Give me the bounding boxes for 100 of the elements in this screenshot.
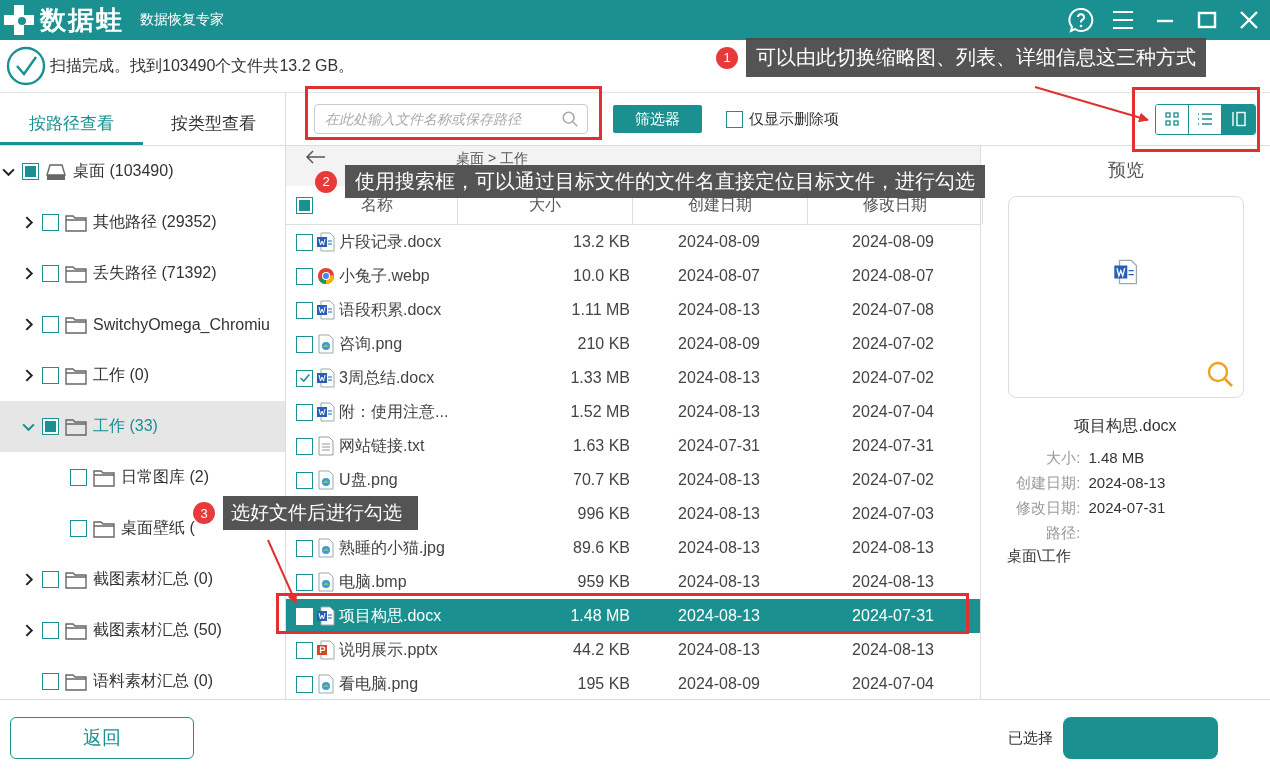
field-value: 2024-07-31 — [1088, 499, 1167, 518]
tree-item[interactable]: 工作 (0) — [93, 365, 149, 386]
checkbox[interactable] — [296, 675, 313, 693]
checkbox[interactable] — [296, 641, 313, 659]
file-row[interactable]: U盘.png 70.7 KB 2024-08-13 2024-07-02 — [286, 463, 980, 497]
search-field[interactable]: 在此处输入文件名称或保存路径 — [314, 104, 588, 134]
checkbox[interactable] — [42, 214, 59, 231]
modified-date: 2024-07-02 — [852, 335, 934, 353]
file-size: 10.0 KB — [573, 267, 630, 285]
checkbox[interactable] — [296, 267, 313, 285]
created-date: 2024-08-09 — [678, 233, 760, 251]
checkbox[interactable] — [296, 437, 313, 455]
file-row[interactable]: 电脑.bmp 959 KB 2024-08-13 2024-08-13 — [286, 565, 980, 599]
field-label: 路径: — [1045, 524, 1081, 543]
file-row[interactable]: 网站链接.txt 1.63 KB 2024-07-31 2024-07-31 — [286, 429, 980, 463]
search-icon — [561, 110, 579, 128]
tree-item[interactable]: SwitchyOmega_Chromiu — [93, 315, 270, 334]
file-row[interactable]: 附：使用注意... 1.52 MB 2024-08-13 2024-07-04 — [286, 395, 980, 429]
created-date: 2024-07-31 — [678, 437, 760, 455]
checkbox[interactable] — [726, 110, 743, 128]
file-row[interactable]: 说明展示.pptx 44.2 KB 2024-08-13 2024-08-13 — [286, 633, 980, 667]
checkbox[interactable] — [70, 520, 87, 537]
details-view-button[interactable] — [1222, 104, 1255, 134]
file-row[interactable]: 项目构思.docx 1.48 MB 2024-08-13 2024-07-31 — [286, 599, 980, 633]
file-row[interactable]: 小兔子.webp 10.0 KB 2024-08-07 2024-08-07 — [286, 259, 980, 293]
file-name: 电脑.bmp — [339, 571, 407, 592]
file-row[interactable]: 片段记录.docx 13.2 KB 2024-08-09 2024-08-09 — [286, 225, 980, 259]
word-document-icon — [317, 606, 335, 626]
checkbox[interactable] — [42, 367, 59, 384]
checkbox[interactable] — [296, 369, 313, 387]
tree-item[interactable]: 丢失路径 (71392) — [93, 263, 217, 284]
folder-icon — [65, 672, 87, 691]
modified-date: 2024-07-08 — [852, 301, 934, 319]
checkbox[interactable] — [296, 335, 313, 353]
file-name: 片段记录.docx — [339, 231, 442, 252]
checkbox[interactable] — [22, 163, 39, 180]
created-date: 2024-08-13 — [678, 641, 760, 659]
image-file-icon — [317, 334, 335, 354]
tooltip: 选好文件后进行勾选 — [223, 496, 418, 530]
file-size: 996 KB — [577, 505, 630, 523]
word-document-icon — [317, 368, 335, 388]
checkbox[interactable] — [42, 418, 59, 435]
selection-summary: 已选择 — [1008, 728, 1053, 748]
checkbox[interactable] — [296, 573, 313, 591]
modified-date: 2024-07-04 — [852, 675, 934, 693]
step-badge: 1 — [716, 46, 738, 69]
filter-button[interactable]: 筛选器 — [613, 105, 702, 133]
tree-item[interactable]: 截图素材汇总 (50) — [93, 620, 222, 641]
field-value: 2024-08-13 — [1088, 474, 1167, 493]
file-path: 桌面\工作 — [1006, 547, 1072, 566]
file-name: 项目构思.docx — [339, 605, 442, 626]
checkbox[interactable] — [296, 403, 313, 421]
modified-date: 2024-07-31 — [852, 607, 934, 625]
file-name: U盘.png — [339, 469, 398, 490]
browser-icon — [317, 266, 335, 286]
folder-icon — [65, 417, 87, 436]
checkbox[interactable] — [42, 571, 59, 588]
checkbox[interactable] — [42, 673, 59, 690]
check-circle-icon — [6, 46, 46, 86]
checkbox[interactable] — [70, 469, 87, 486]
tree-item[interactable]: 桌面壁纸 ( — [121, 518, 195, 539]
back-button[interactable]: 返回 — [10, 717, 194, 759]
file-row[interactable]: 看电脑.png 195 KB 2024-08-09 2024-07-04 — [286, 667, 980, 699]
checkbox[interactable] — [296, 539, 313, 557]
file-row[interactable]: 3周总结.docx 1.33 MB 2024-08-13 2024-07-02 — [286, 361, 980, 395]
file-size: 89.6 KB — [573, 539, 630, 557]
view-tab[interactable]: 按类型查看 — [142, 93, 285, 145]
grid-view-button[interactable] — [1156, 104, 1189, 134]
file-row[interactable]: 咨询.png 210 KB 2024-08-09 2024-07-02 — [286, 327, 980, 361]
checkbox[interactable] — [42, 622, 59, 639]
file-size: 13.2 KB — [573, 233, 630, 251]
help-icon[interactable] — [1068, 7, 1094, 33]
image-file-icon — [317, 538, 335, 558]
checkbox[interactable] — [296, 233, 313, 251]
tree-item[interactable]: 日常图库 (2) — [121, 467, 209, 488]
tree-item[interactable]: 桌面 (103490) — [73, 161, 174, 182]
folder-icon — [65, 621, 87, 640]
checkbox[interactable] — [296, 301, 313, 319]
view-tab[interactable]: 按路径查看 — [0, 93, 143, 145]
file-size: 1.63 KB — [573, 437, 630, 455]
file-name: 咨询.png — [339, 333, 403, 354]
file-name: 附：使用注意... — [339, 401, 449, 422]
tree-item[interactable]: 语料素材汇总 (0) — [93, 671, 213, 692]
modified-date: 2024-07-02 — [852, 471, 934, 489]
word-document-icon — [317, 300, 335, 320]
word-document-icon — [1113, 259, 1138, 285]
checkbox[interactable] — [296, 471, 313, 489]
pointer-arrow — [267, 539, 297, 604]
back-arrow-icon[interactable] — [306, 150, 326, 164]
file-row[interactable]: 熟睡的小猫.jpg 89.6 KB 2024-08-13 2024-08-13 — [286, 531, 980, 565]
file-name: 3周总结.docx — [339, 367, 435, 388]
checkbox[interactable] — [42, 316, 59, 333]
file-row[interactable]: 语段积累.docx 1.11 MB 2024-08-13 2024-07-08 — [286, 293, 980, 327]
checkbox[interactable] — [296, 196, 313, 214]
tree-item[interactable]: 其他路径 (29352) — [93, 212, 217, 233]
file-name: 小兔子.webp — [339, 265, 430, 286]
tree-item[interactable]: 截图素材汇总 (0) — [93, 569, 213, 590]
file-size: 1.11 MB — [571, 301, 630, 319]
file-name: 熟睡的小猫.jpg — [339, 537, 445, 558]
checkbox[interactable] — [42, 265, 59, 282]
